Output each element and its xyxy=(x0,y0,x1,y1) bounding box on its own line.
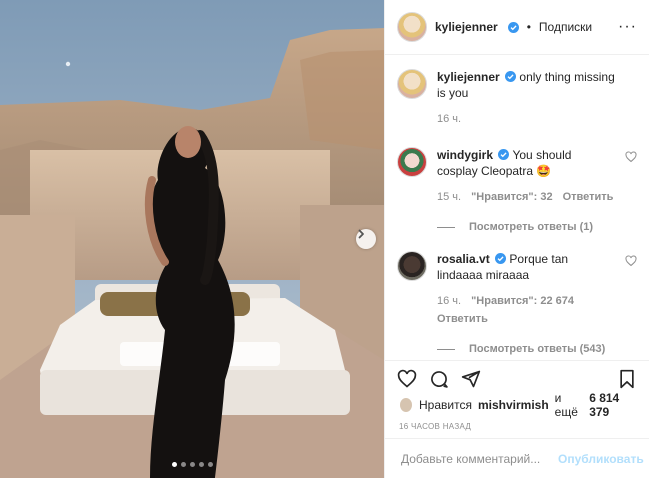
replies-divider xyxy=(437,226,455,228)
post-comment-button[interactable]: Опубликовать xyxy=(558,452,644,466)
author-username[interactable]: kyliejenner xyxy=(435,20,498,34)
verified-icon xyxy=(507,21,519,33)
carousel-dot xyxy=(189,462,195,467)
verified-icon xyxy=(498,149,510,160)
bookmark-icon[interactable] xyxy=(617,369,637,389)
comments-list: kyliejenner only thing missing is you 16… xyxy=(385,55,649,360)
carousel-dots xyxy=(0,462,384,467)
caption-avatar[interactable] xyxy=(397,69,427,99)
reply-button[interactable]: Ответить xyxy=(563,189,614,205)
heart-icon[interactable] xyxy=(397,369,417,389)
heart-icon[interactable] xyxy=(625,255,637,267)
comment-input[interactable] xyxy=(399,450,558,467)
more-icon[interactable]: ··· xyxy=(618,19,637,35)
post-header: kyliejenner • Подписки ··· xyxy=(385,0,649,55)
caption-time[interactable]: 16 ч. xyxy=(437,111,461,127)
photo-scene xyxy=(0,0,384,478)
share-icon[interactable] xyxy=(461,369,481,389)
comment-time[interactable]: 15 ч. xyxy=(437,189,461,205)
heart-icon[interactable] xyxy=(625,151,637,163)
add-comment-bar: Опубликовать xyxy=(385,438,649,478)
view-replies-button[interactable]: Посмотреть ответы (1) xyxy=(437,221,637,233)
comment-icon[interactable] xyxy=(429,369,449,389)
following-button[interactable]: Подписки xyxy=(539,20,592,34)
post-photo[interactable] xyxy=(0,0,384,478)
caption-username[interactable]: kyliejenner xyxy=(437,70,500,84)
commenter-username[interactable]: rosalia.vt xyxy=(437,252,490,266)
chevron-right-icon xyxy=(358,229,364,239)
comment-time[interactable]: 16 ч. xyxy=(437,293,461,309)
liker-avatar[interactable] xyxy=(399,397,414,413)
post-modal: kyliejenner • Подписки ··· kyliejenner o… xyxy=(0,0,649,478)
liker-username[interactable]: mishvirmish xyxy=(478,398,549,412)
comment-item: windygirk You should cosplay Cleopatra 🤩… xyxy=(397,147,637,205)
carousel-dot xyxy=(180,462,186,467)
reply-button[interactable]: Ответить xyxy=(437,311,488,327)
next-photo-button[interactable] xyxy=(356,229,376,249)
caption: kyliejenner only thing missing is you 16… xyxy=(397,69,637,127)
author-avatar[interactable] xyxy=(397,12,427,42)
commenter-avatar[interactable] xyxy=(397,147,427,177)
commenter-avatar[interactable] xyxy=(397,251,427,281)
comment-likes[interactable]: "Нравится": 32 xyxy=(471,189,552,205)
view-replies-button[interactable]: Посмотреть ответы (543) xyxy=(437,343,637,355)
view-replies-label: Посмотреть ответы (543) xyxy=(469,343,606,355)
follow-separator: • xyxy=(526,20,531,34)
view-replies-label: Посмотреть ответы (1) xyxy=(469,221,594,233)
comment-likes[interactable]: "Нравится": 22 674 xyxy=(471,293,574,309)
commenter-username[interactable]: windygirk xyxy=(437,148,493,162)
likes-prefix: Нравится xyxy=(419,398,472,412)
verified-icon xyxy=(505,71,517,82)
replies-divider xyxy=(437,348,455,350)
post-timestamp[interactable]: 16 ЧАСОВ НАЗАД xyxy=(385,414,649,438)
carousel-dot xyxy=(198,462,204,467)
likes-line: Нравится mishvirmish и ещё 6 814 379 xyxy=(385,391,649,419)
verified-icon xyxy=(495,253,507,264)
post-side-panel: kyliejenner • Подписки ··· kyliejenner o… xyxy=(384,0,649,478)
comment-item: rosalia.vt Porque tan lindaaaa miraaaa 1… xyxy=(397,251,637,327)
carousel-dot xyxy=(207,462,213,467)
carousel-dot-active xyxy=(171,462,177,467)
